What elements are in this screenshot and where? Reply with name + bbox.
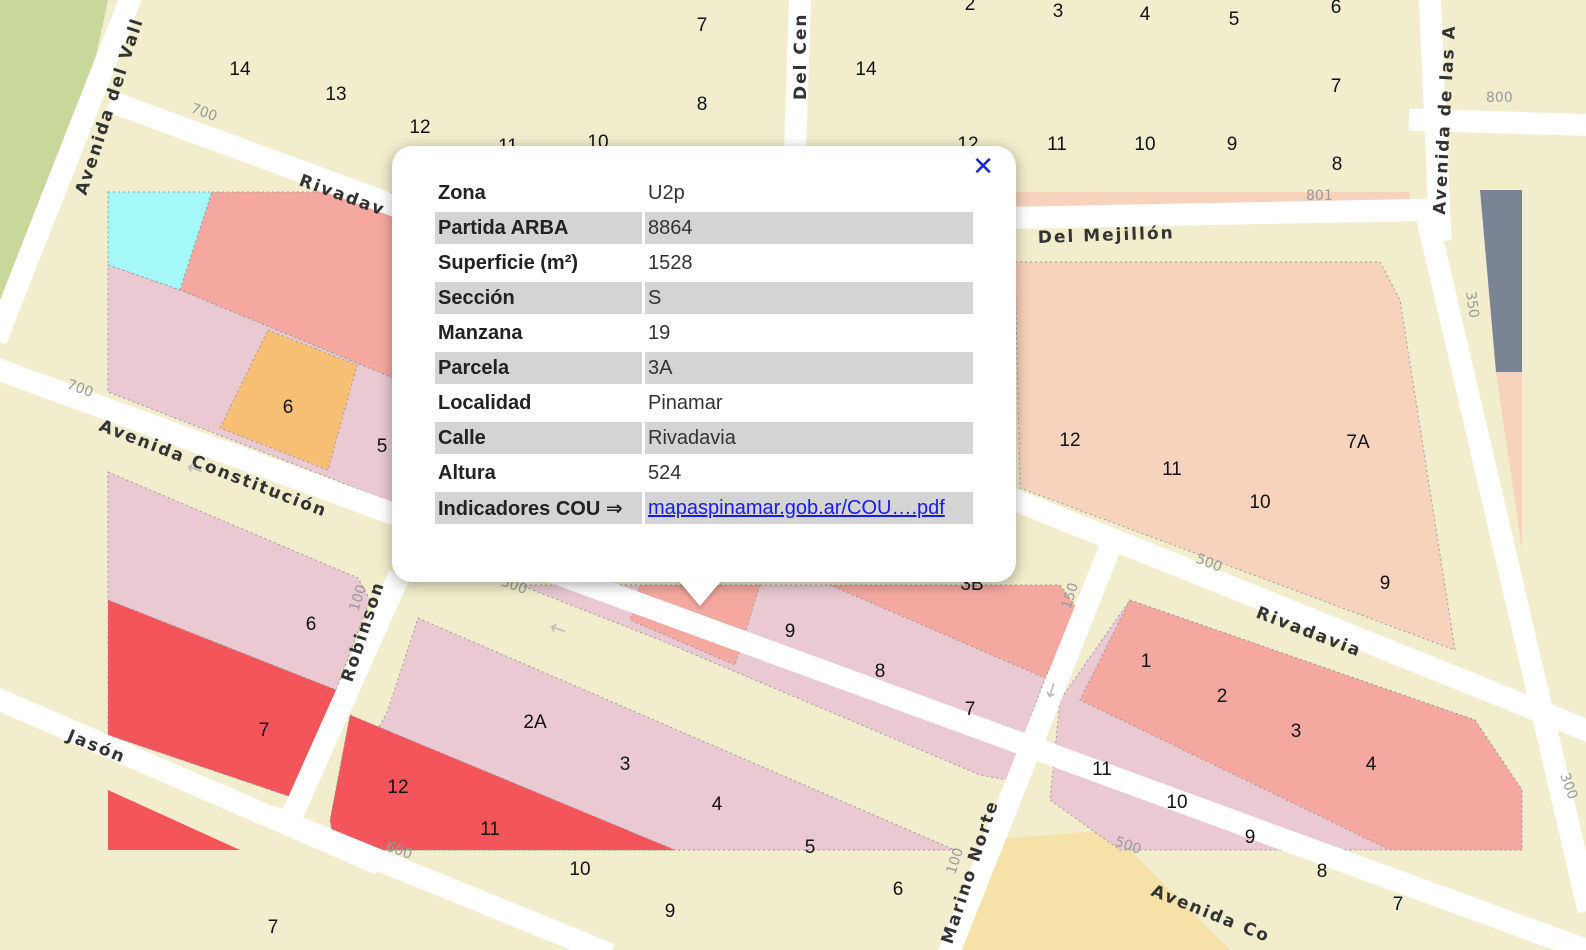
info-key: Parcela	[435, 352, 642, 384]
parcel-number: 4	[1140, 4, 1151, 25]
parcel-number: 9	[665, 901, 676, 922]
info-value: S	[645, 282, 973, 314]
parcel-number: 6	[1331, 0, 1342, 18]
parcel-number: 11	[1162, 459, 1182, 480]
info-key: Calle	[435, 422, 642, 454]
info-key: Superficie (m²)	[438, 251, 579, 274]
parcel-number: 11	[1047, 134, 1067, 155]
info-key: Indicadores COU ⇒	[435, 492, 642, 524]
info-value: 3A	[645, 352, 973, 384]
info-row-indicadores-cou: Indicadores COU ⇒ mapaspinamar.gob.ar/CO…	[435, 492, 973, 524]
info-row-seccion: Sección S	[435, 282, 973, 314]
parcel-number: 8	[1332, 154, 1343, 175]
parcel-number: 2	[1217, 686, 1228, 707]
parcel-number: 14	[229, 59, 251, 80]
parcel-number: 13	[325, 84, 346, 105]
parcel-number: 3	[1291, 721, 1302, 742]
info-row-calle: Calle Rivadavia	[435, 422, 973, 454]
street-del-centro: Del Cen	[791, 13, 811, 101]
info-row-partida: Partida ARBA 8864	[435, 212, 973, 244]
info-value: 1528	[648, 251, 693, 274]
parcel-number: 12	[387, 777, 408, 798]
address-number: 801	[1306, 188, 1333, 204]
info-value: Pinamar	[648, 391, 723, 414]
parcel-number: 7	[1331, 76, 1342, 97]
parcel-number: 11	[480, 819, 500, 840]
info-key: Sección	[435, 282, 642, 314]
parcel-number: 10	[569, 859, 590, 880]
parcel-number: 9	[1245, 827, 1256, 848]
info-key: Manzana	[438, 321, 523, 344]
info-value: 8864	[645, 212, 973, 244]
info-row-parcela: Parcela 3A	[435, 352, 973, 384]
address-number: 800	[1486, 90, 1513, 106]
parcel-number: 5	[377, 436, 388, 457]
parcel-info-popup: ✕ Zona U2p Partida ARBA 8864 Superficie …	[392, 146, 1016, 582]
parcel-number: 10	[1249, 492, 1270, 513]
parcel-number: 1	[1141, 651, 1152, 672]
info-key: Localidad	[438, 391, 532, 414]
info-value: Rivadavia	[645, 422, 973, 454]
parcel-number: 11	[1092, 759, 1112, 780]
parcel-number: 9	[785, 621, 796, 642]
popup-pointer	[678, 580, 722, 606]
parcel-number: 9	[1227, 134, 1238, 155]
parcel-number: 9	[1380, 573, 1391, 594]
info-row-superficie: Superficie (m²) 1528	[435, 247, 973, 279]
info-value: 19	[648, 321, 671, 344]
parcel-number: 2A	[523, 712, 547, 733]
parcel-number: 8	[875, 661, 886, 682]
info-value: mapaspinamar.gob.ar/COU….pdf	[645, 492, 973, 524]
parcel-number: 4	[1366, 754, 1377, 775]
parcel-number: 5	[805, 837, 816, 858]
info-key: Zona	[438, 181, 486, 204]
parcel-number: 10	[1166, 792, 1187, 813]
info-row-localidad: Localidad Pinamar	[435, 387, 973, 419]
parcel-number: 4	[712, 794, 723, 815]
parcel-number: 5	[1229, 9, 1240, 30]
parcel-number: 3	[1053, 1, 1064, 22]
info-value: U2p	[648, 181, 685, 204]
parcel-number: 12	[1059, 430, 1080, 451]
parcel-number: 6	[893, 879, 904, 900]
parcel-number: 6	[306, 614, 317, 635]
parcel-number: 7	[965, 699, 976, 720]
parcel-number: 7	[259, 720, 270, 741]
parcel-number: 7	[1393, 894, 1404, 915]
parcel-number: 10	[1134, 134, 1155, 155]
parcel-number: 7	[697, 15, 708, 36]
parcel-number: 7	[268, 917, 279, 938]
info-row-zona: Zona U2p	[435, 177, 973, 209]
info-key: Altura	[438, 461, 496, 484]
parcel-number: 2	[965, 0, 976, 15]
info-value: 524	[648, 461, 682, 484]
cou-pdf-link[interactable]: mapaspinamar.gob.ar/COU….pdf	[648, 497, 945, 519]
parcel-number: 14	[855, 59, 877, 80]
info-row-manzana: Manzana 19	[435, 317, 973, 349]
parcel-number: 6	[283, 397, 294, 418]
info-row-altura: Altura 524	[435, 457, 973, 489]
parcel-number: 3	[620, 754, 631, 775]
parcel-number: 8	[697, 94, 708, 115]
info-key: Partida ARBA	[435, 212, 642, 244]
parcel-info-table: Zona U2p Partida ARBA 8864 Superficie (m…	[432, 174, 976, 527]
parcel-number: 12	[409, 117, 430, 138]
parcel-number: 8	[1317, 861, 1328, 882]
parcel-number: 7A	[1346, 432, 1370, 453]
